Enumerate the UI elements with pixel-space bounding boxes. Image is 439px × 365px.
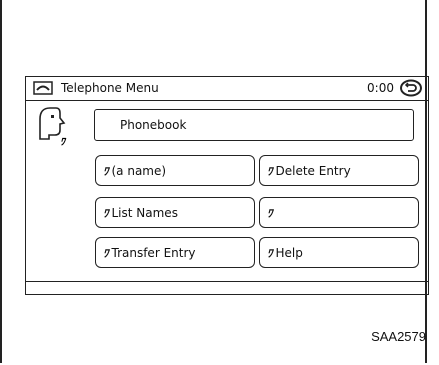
telephone-icon [33,81,53,95]
voice-command-icon: ﾜ [267,206,272,220]
voice-command-icon: ﾜ [267,164,272,178]
call-timer: 0:00 [367,81,394,95]
telephone-menu-screen: Telephone Menu 0:00 ﾜ Phonebook ﾜ (a nam… [25,76,429,295]
help-label: Help [275,245,303,260]
back-icon[interactable] [400,79,422,97]
figure-code: SAA2579 [371,329,426,344]
status-bar [26,281,428,294]
transfer-entry-button[interactable]: ﾜ Transfer Entry [95,237,255,268]
voice-command-icon: ﾜ [103,206,108,220]
screen-title: Telephone Menu [61,81,159,95]
voice-command-icon: ﾜ [267,246,272,260]
voice-recognition-icon: ﾜ [39,107,67,147]
help-button[interactable]: ﾜ Help [259,237,419,268]
list-names-button[interactable]: ﾜ List Names [95,197,255,228]
voice-command-icon: ﾜ [103,164,108,178]
voice-command-icon: ﾜ [103,246,108,260]
svg-text:ﾜ: ﾜ [60,137,67,147]
name-button[interactable]: ﾜ (a name) [95,155,255,186]
delete-entry-label: Delete Entry [275,163,351,178]
phonebook-label: Phonebook [120,118,187,132]
name-button-label: (a name) [111,163,167,178]
title-bar: Telephone Menu 0:00 [26,77,428,101]
transfer-entry-label: Transfer Entry [111,245,196,260]
blank-button[interactable]: ﾜ [259,197,419,228]
delete-entry-button[interactable]: ﾜ Delete Entry [259,155,419,186]
list-names-label: List Names [111,205,178,220]
phonebook-field[interactable]: Phonebook [94,109,414,141]
